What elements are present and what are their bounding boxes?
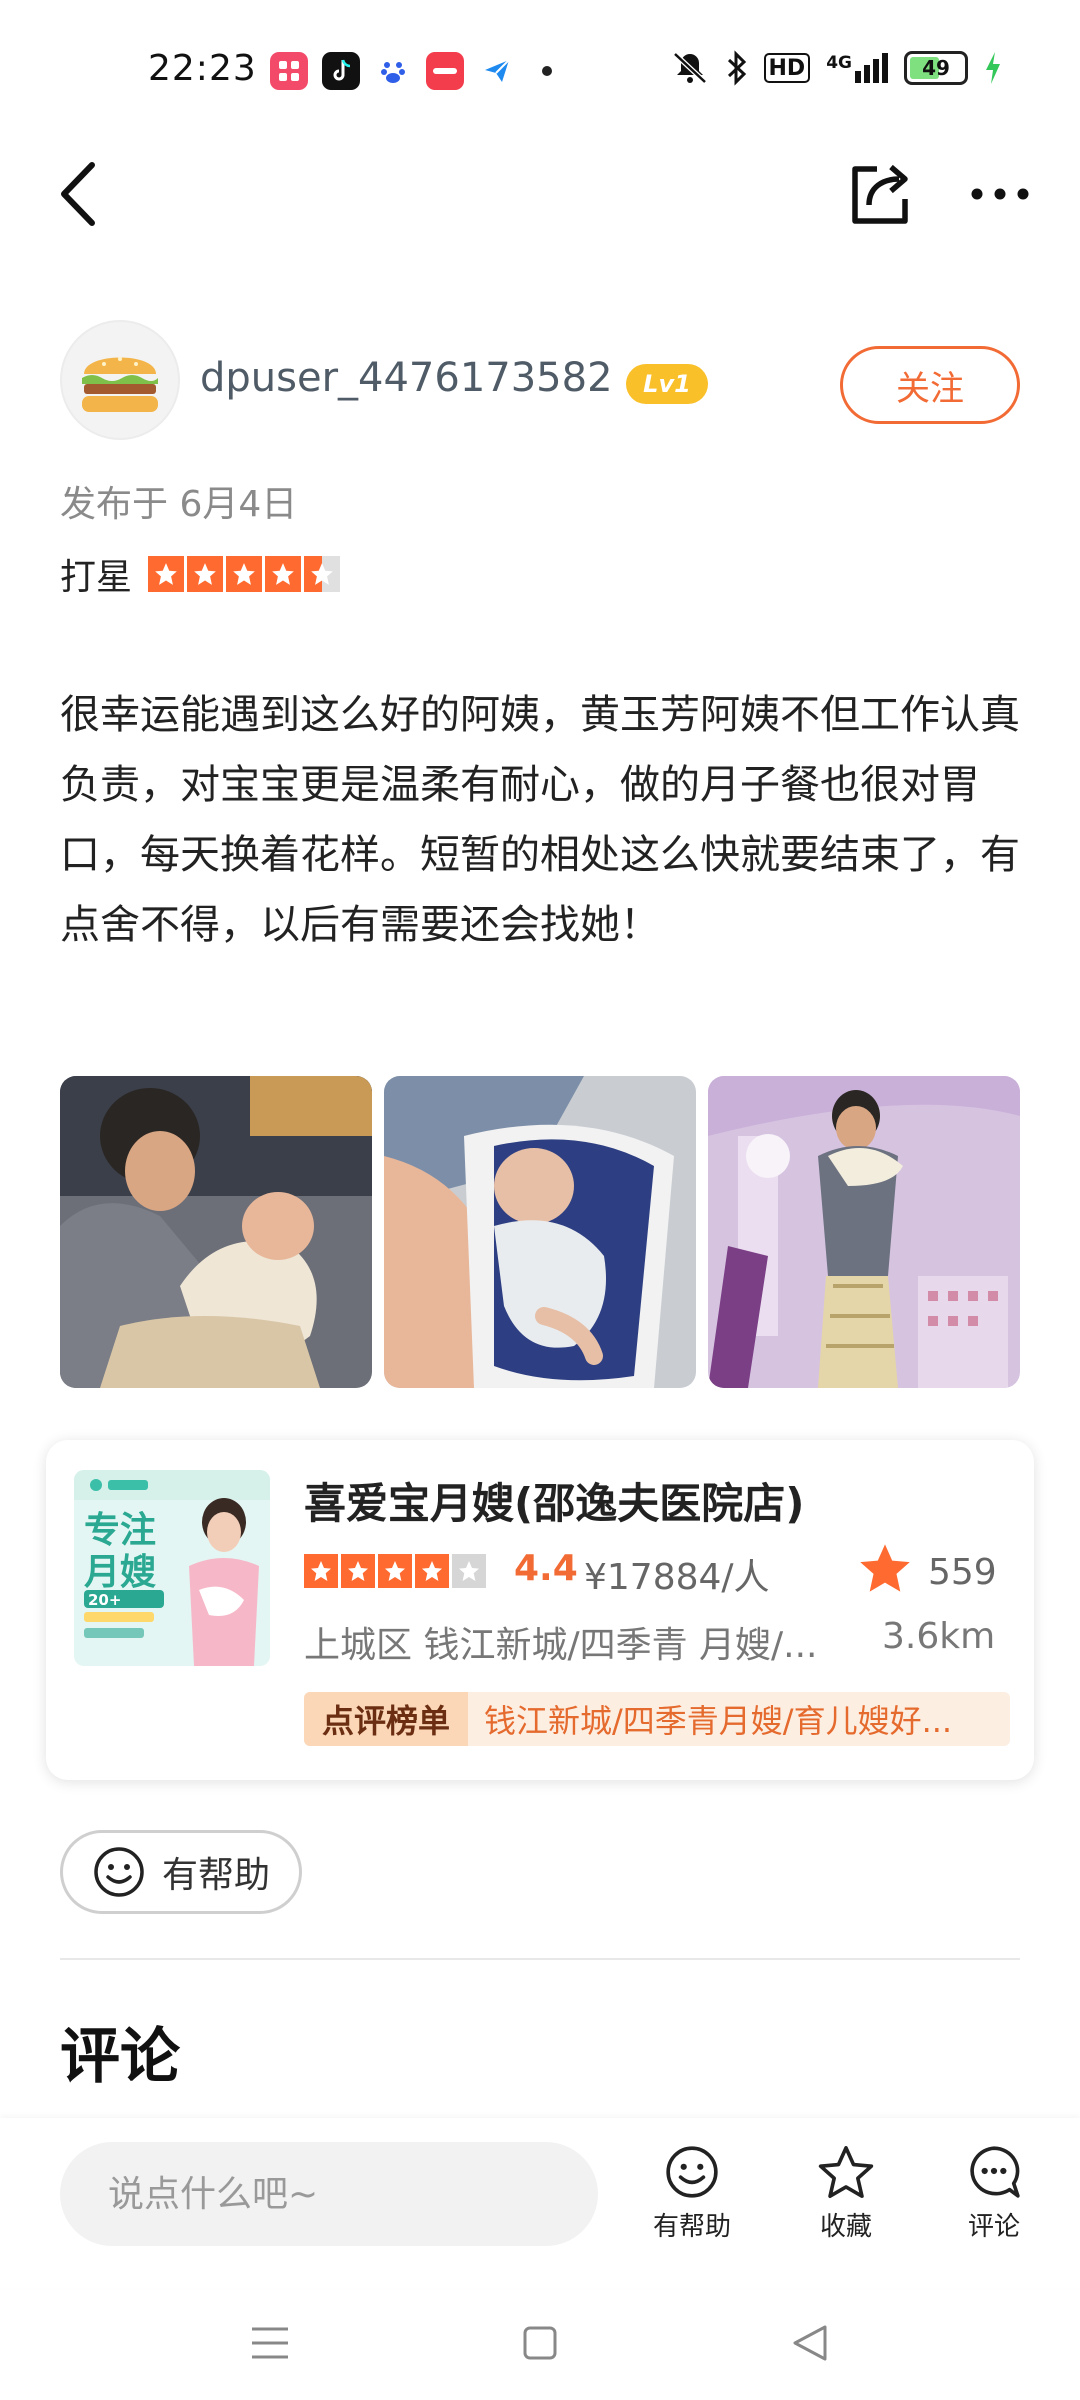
helpful-button[interactable]: 有帮助 (60, 1830, 302, 1914)
chat-bubble-icon (970, 2146, 1020, 2198)
star-icon (148, 556, 185, 592)
status-bar: 22:23 HD 4G 49 (0, 0, 1080, 140)
comment-input[interactable] (60, 2142, 598, 2246)
chevron-left-icon (61, 162, 95, 226)
avatar[interactable] (60, 320, 180, 440)
share-icon (852, 164, 908, 224)
star-icon (226, 556, 263, 592)
level-badge: Lv1 (626, 364, 708, 404)
bottom-action-bar: 有帮助 收藏 评论 (0, 2118, 1080, 2288)
rating-row: 打星 (60, 548, 341, 600)
review-photo-1[interactable] (60, 1076, 372, 1388)
more-notifications-dot (542, 66, 552, 76)
square-icon (523, 2326, 557, 2360)
nav-home-button[interactable] (500, 2308, 580, 2378)
signal-icon: 4G (826, 53, 888, 83)
notification-icons (270, 52, 552, 90)
triangle-back-icon (793, 2325, 827, 2361)
burger-avatar-icon (82, 357, 158, 412)
share-button[interactable] (846, 158, 916, 230)
star-icon (415, 1554, 449, 1588)
star-outline-icon (818, 2146, 874, 2198)
ranking-banner[interactable]: 点评榜单 钱江新城/四季青月嫂/育儿嫂好... (304, 1692, 1010, 1746)
publish-date: 发布于 6月4日 (60, 484, 298, 525)
hd-label: HD (768, 55, 806, 81)
divider (60, 1958, 1020, 1960)
star-icon (265, 556, 302, 592)
system-indicators: HD 4G 49 (670, 50, 1002, 86)
comment-label: 评论 (967, 2212, 1020, 2242)
baidu-icon (374, 52, 412, 90)
star-icon (187, 556, 224, 592)
review-photo-2[interactable] (384, 1076, 696, 1388)
shop-distance: 3.6km (882, 1616, 996, 1657)
shop-location: 上城区 钱江新城/四季青 月嫂/... (304, 1625, 818, 1666)
network-type: 4G (826, 53, 852, 73)
star-icon (378, 1554, 412, 1588)
review-text: 很幸运能遇到这么好的阿姨，黄玉芳阿姨不但工作认真负责，对宝宝更是温柔有耐心，做的… (60, 692, 1020, 948)
app-notification-icon (270, 52, 308, 90)
ranking-text: 钱江新城/四季青月嫂/育儿嫂好... (484, 1702, 953, 1740)
rating-label: 打星 (60, 557, 133, 598)
ranking-tag: 点评榜单 (304, 1692, 469, 1746)
rating-stars (148, 556, 341, 592)
half-star-icon (304, 556, 341, 592)
send-app-icon (478, 52, 516, 90)
nav-menu-button[interactable] (230, 2308, 310, 2378)
smile-icon (94, 1847, 144, 1897)
follow-button[interactable]: 关注 (840, 346, 1020, 424)
comment-button[interactable]: 评论 (934, 2144, 1054, 2243)
star-icon (304, 1554, 338, 1588)
battery-level: 49 (922, 56, 950, 80)
favorite-label: 收藏 (819, 2212, 872, 2242)
shop-thumbnail: 专注 月嫂 20+ (74, 1470, 270, 1666)
favorite-button[interactable]: 收藏 (786, 2144, 906, 2243)
star-empty-icon (452, 1554, 486, 1588)
mute-icon (672, 52, 707, 84)
more-dots-icon (971, 188, 1029, 200)
back-button[interactable] (48, 158, 108, 230)
review-photo-3[interactable] (708, 1076, 1020, 1388)
thumbnail-text-top: 专注 (84, 1510, 157, 1551)
smile-icon (666, 2146, 718, 2198)
username[interactable]: dpuser_4476173582 (200, 355, 613, 401)
helpful-label: 有帮助 (161, 1855, 270, 1896)
shop-name[interactable]: 喜爱宝月嫂(邵逸夫医院店) (304, 1470, 804, 1531)
star-icon (341, 1554, 375, 1588)
nav-back-button[interactable] (770, 2308, 850, 2378)
tiktok-icon (322, 52, 360, 90)
shop-fav-count: 559 (928, 1552, 997, 1593)
bottom-helpful-button[interactable]: 有帮助 (632, 2144, 752, 2243)
more-options-button[interactable] (964, 158, 1036, 230)
hd-icon: HD (763, 53, 811, 83)
shop-card[interactable]: 专注 月嫂 20+ 喜爱宝月嫂(邵逸夫医院店) 4.4 ¥17884/人 559… (46, 1440, 1034, 1780)
shop-stars (304, 1554, 486, 1588)
bluetooth-icon (727, 50, 746, 86)
battery-icon: 49 (904, 51, 968, 85)
photo-gallery (60, 1076, 1020, 1388)
bottom-helpful-label: 有帮助 (652, 2212, 731, 2242)
thumbnail-badge: 20+ (88, 1591, 122, 1609)
star-fav-icon (858, 1542, 912, 1598)
shop-price: ¥17884/人 (584, 1557, 770, 1598)
thumbnail-text-bottom: 月嫂 (84, 1552, 157, 1593)
status-time: 22:23 (148, 48, 257, 89)
shop-score: 4.4 (514, 1548, 578, 1589)
comments-title: 评论 (60, 2022, 180, 2092)
menu-icon (252, 2327, 288, 2359)
xiaohongshu-icon (426, 52, 464, 90)
charging-icon (986, 52, 1000, 84)
system-navigation-bar (0, 2288, 1080, 2400)
